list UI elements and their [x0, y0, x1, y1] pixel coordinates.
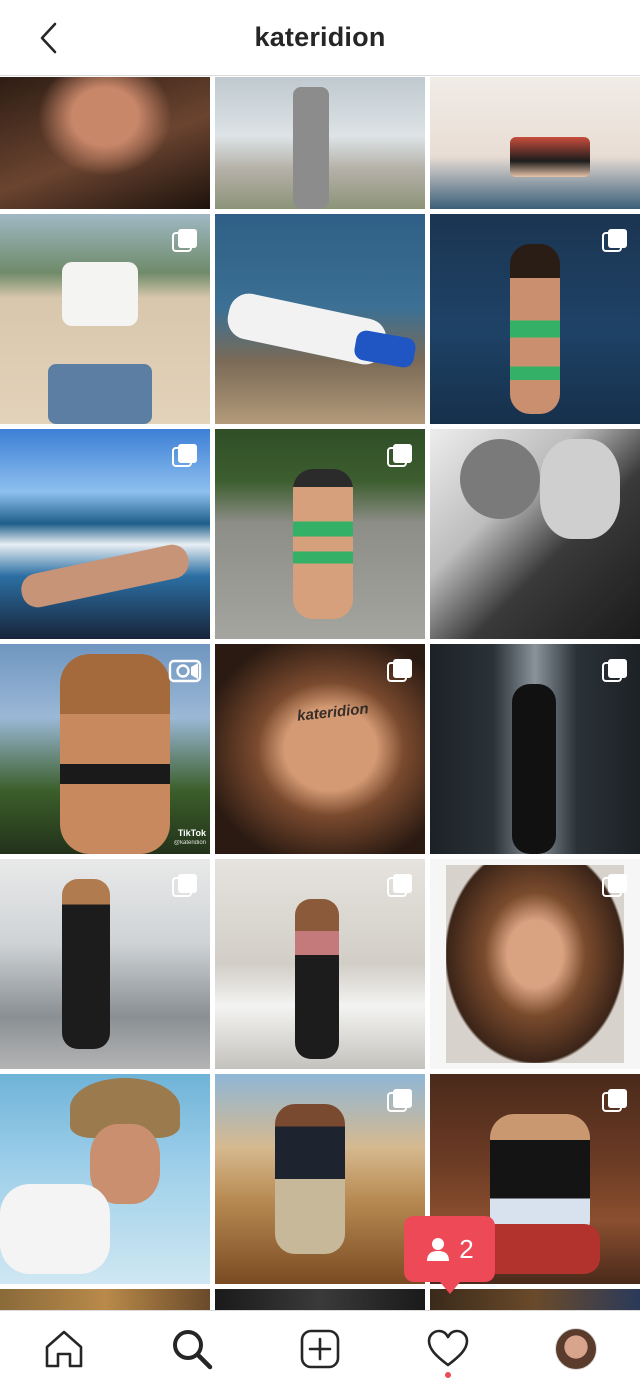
carousel-icon [600, 226, 630, 256]
posts-grid: TikTok @kateridion kateridion [0, 77, 640, 1310]
back-button[interactable] [30, 18, 66, 58]
tiktok-label: TikTok [177, 828, 206, 838]
tab-home[interactable] [24, 1311, 104, 1386]
search-icon [173, 1330, 213, 1370]
home-icon [45, 1330, 83, 1368]
heart-icon [427, 1329, 469, 1367]
post-thumbnail[interactable] [0, 214, 210, 424]
carousel-icon [385, 441, 415, 471]
post-thumbnail[interactable] [430, 859, 640, 1069]
tab-new-post[interactable] [280, 1311, 360, 1386]
top-nav-bar: kateridion [0, 0, 640, 76]
tab-profile[interactable] [536, 1311, 616, 1386]
post-thumbnail[interactable] [430, 1289, 640, 1310]
post-thumbnail[interactable] [215, 429, 425, 639]
carousel-icon [600, 871, 630, 901]
carousel-icon [170, 871, 200, 901]
post-thumbnail[interactable] [0, 859, 210, 1069]
video-camera-icon [168, 656, 202, 686]
post-thumbnail[interactable] [215, 77, 425, 209]
carousel-icon [385, 871, 415, 901]
activity-notification-toast[interactable]: 2 [404, 1216, 495, 1294]
notification-count: 2 [459, 1233, 474, 1264]
post-thumbnail[interactable] [215, 1074, 425, 1284]
plus-square-icon [300, 1329, 340, 1369]
tiktok-handle: @kateridion [173, 840, 206, 846]
tiktok-watermark: TikTok @kateridion [174, 828, 206, 848]
post-thumbnail[interactable] [430, 214, 640, 424]
post-thumbnail[interactable] [0, 77, 210, 209]
page-title: kateridion [254, 22, 386, 52]
post-thumbnail[interactable] [430, 77, 640, 209]
carousel-icon [600, 656, 630, 686]
post-thumbnail[interactable] [215, 859, 425, 1069]
post-thumbnail[interactable] [430, 429, 640, 639]
bottom-tab-bar [0, 1310, 640, 1386]
avatar [555, 1328, 597, 1370]
post-thumbnail[interactable] [430, 644, 640, 854]
tab-activity[interactable] [408, 1311, 488, 1386]
post-thumbnail[interactable] [0, 1289, 210, 1310]
post-thumbnail[interactable]: TikTok @kateridion [0, 644, 210, 854]
post-thumbnail[interactable] [215, 1289, 425, 1310]
post-thumbnail[interactable]: kateridion [215, 644, 425, 854]
post-thumbnail[interactable] [0, 429, 210, 639]
tab-search[interactable] [152, 1311, 232, 1386]
person-icon [427, 1238, 450, 1261]
carousel-icon [385, 656, 415, 686]
post-thumbnail[interactable] [215, 214, 425, 424]
carousel-icon [600, 1086, 630, 1116]
post-thumbnail[interactable] [0, 1074, 210, 1284]
carousel-icon [170, 226, 200, 256]
carousel-icon [170, 441, 200, 471]
carousel-icon [385, 1086, 415, 1116]
notification-dot [445, 1372, 451, 1378]
chevron-left-icon [40, 22, 57, 54]
